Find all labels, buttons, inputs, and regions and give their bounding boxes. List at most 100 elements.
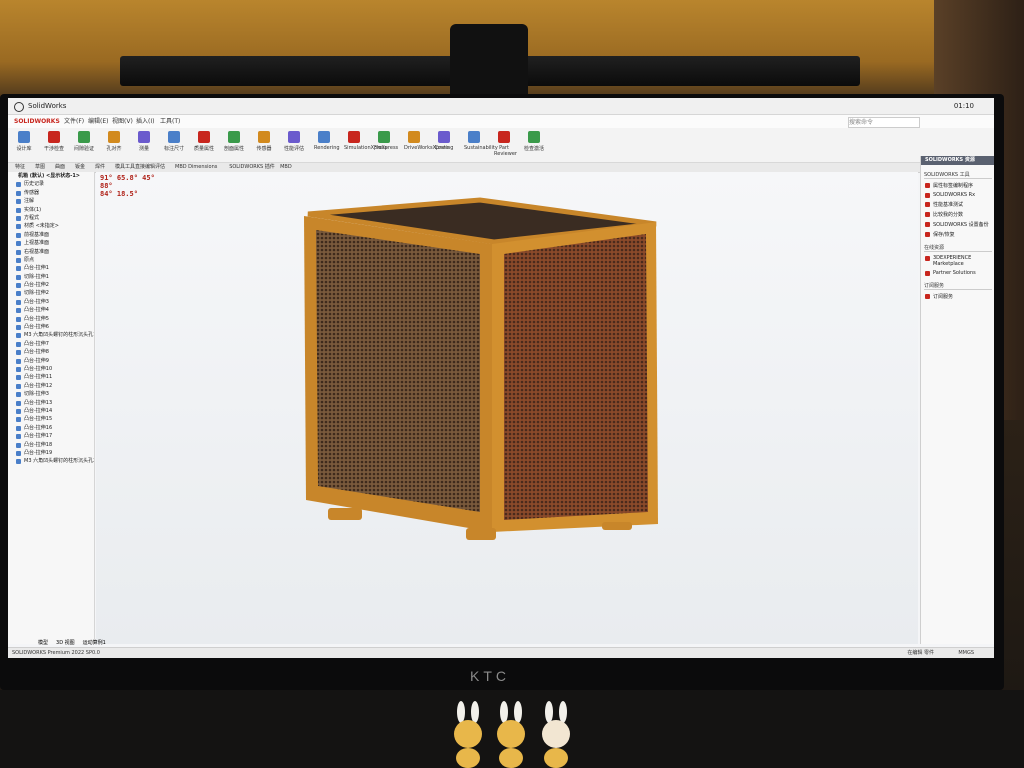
ribbon-button[interactable]: 质量属性 [194, 131, 214, 152]
feature-tree-item[interactable]: 凸台-拉伸3 [8, 298, 94, 306]
feature-tree-item[interactable]: 凸台-拉伸13 [8, 399, 94, 407]
feature-tree-item[interactable]: 历史记录 [8, 180, 94, 188]
command-tab[interactable]: 焊件 [92, 163, 108, 172]
task-pane-link[interactable]: 性能基准测试 [925, 201, 992, 208]
feature-tree-item[interactable]: 凸台-拉伸4 [8, 306, 94, 314]
ribbon-button[interactable]: Costing [434, 131, 454, 151]
units-selector[interactable]: MMGS [958, 648, 974, 658]
ribbon-button[interactable]: DriveWorksXpress [404, 131, 449, 151]
feature-tree-item[interactable]: 凸台-拉伸18 [8, 441, 94, 449]
feature-icon [16, 358, 21, 364]
ribbon-button[interactable]: FloXpress [374, 131, 398, 151]
feature-tree-item[interactable]: 切除-拉伸1 [8, 273, 94, 281]
feature-icon [16, 232, 21, 238]
command-tab[interactable]: MBD Dimensions [172, 163, 220, 172]
search-input[interactable]: 搜索命令 [848, 117, 920, 128]
ribbon-button[interactable]: 剖面属性 [224, 131, 244, 152]
ribbon-button[interactable]: SimulationXpress [344, 131, 387, 151]
bottom-tab[interactable]: 运动算例1 [83, 640, 106, 646]
command-tab[interactable]: 曲面 [52, 163, 68, 172]
task-pane-link[interactable]: 订阅服务 [925, 293, 992, 300]
feature-tree-item[interactable]: 原点 [8, 256, 94, 264]
ribbon-button[interactable]: 设计库 [14, 131, 34, 152]
ribbon-button[interactable]: 标注尺寸 [164, 131, 184, 152]
feature-tree-item[interactable]: M3 六角凹头螺钉的柱形沉头孔1 [8, 331, 94, 339]
feature-tree-item[interactable]: 凸台-拉伸10 [8, 365, 94, 373]
feature-tree-item[interactable]: 材质 <未指定> [8, 222, 94, 230]
feature-tree-item[interactable]: 凸台-拉伸6 [8, 323, 94, 331]
feature-tree-item[interactable]: 方程式 [8, 214, 94, 222]
command-tab[interactable]: 评估 [152, 163, 168, 172]
ribbon-button[interactable]: 传感器 [254, 131, 274, 152]
graphics-area[interactable]: 91° 65.8° 45° 88° 84° 18.5° [96, 172, 918, 644]
feature-tree-item[interactable]: 凸台-拉伸19 [8, 449, 94, 457]
feature-icon [16, 316, 21, 322]
feature-tree-item[interactable]: 凸台-拉伸8 [8, 348, 94, 356]
task-pane-link[interactable]: 保存/恢复 [925, 231, 992, 238]
menu-edit[interactable]: 编辑(E) [88, 115, 108, 128]
feature-tree-item[interactable]: 凸台-拉伸16 [8, 424, 94, 432]
feature-tree-item[interactable]: 凸台-拉伸9 [8, 357, 94, 365]
menu-bar: SOLIDWORKS 文件(F) 编辑(E) 视图(V) 插入(I) 工具(T)… [8, 115, 994, 128]
ribbon-button[interactable]: 性能评估 [284, 131, 304, 152]
feature-tree-label: 凸台-拉伸12 [24, 382, 53, 389]
task-pane-link[interactable]: 3DEXPERIENCE Marketplace [925, 255, 992, 267]
ribbon-button-label: 干涉检查 [44, 146, 65, 152]
ribbon-button-label: 质量属性 [194, 146, 215, 152]
feature-tree-item[interactable]: 右视基准面 [8, 248, 94, 256]
case-model[interactable] [96, 172, 918, 644]
ribbon-button[interactable]: 检查激活 [524, 131, 544, 152]
tool-icon [48, 131, 60, 143]
feature-tree-label: 凸台-拉伸18 [24, 441, 53, 448]
feature-tree-item[interactable]: 切除-拉伸3 [8, 390, 94, 398]
ribbon-button[interactable]: Part Reviewer [494, 131, 517, 157]
feature-tree-item[interactable]: 凸台-拉伸2 [8, 281, 94, 289]
feature-tree-item[interactable]: 前视基准面 [8, 231, 94, 239]
feature-tree-item[interactable]: 凸台-拉伸15 [8, 415, 94, 423]
task-pane-link[interactable]: 属性标签编制程序 [925, 182, 992, 189]
feature-tree-item[interactable]: 上视基准面 [8, 239, 94, 247]
ribbon-button[interactable]: 孔对齐 [104, 131, 124, 152]
feature-tree-item[interactable]: M3 六角凹头螺钉的柱形沉头孔2 [8, 457, 94, 465]
feature-tree-item[interactable]: 凸台-拉伸12 [8, 382, 94, 390]
ribbon-button[interactable]: Rendering [314, 131, 340, 151]
ribbon-button[interactable]: Sustainability [464, 131, 498, 151]
feature-tree-item[interactable]: 实体(1) [8, 206, 94, 214]
feature-tree-item[interactable]: 传感器 [8, 189, 94, 197]
ribbon-button[interactable]: 干涉检查 [44, 131, 64, 152]
task-pane-section-title: SOLIDWORKS 工具 [924, 171, 992, 179]
menu-file[interactable]: 文件(F) [64, 115, 84, 128]
ribbon-button[interactable]: 测量 [134, 131, 154, 152]
feature-tree-item[interactable]: 凸台-拉伸17 [8, 432, 94, 440]
feature-icon [16, 224, 21, 230]
feature-tree-item[interactable]: 凸台-拉伸1 [8, 264, 94, 272]
task-pane-link[interactable]: SOLIDWORKS 设置备份 [925, 221, 992, 228]
bottom-tab[interactable]: 模型 [38, 640, 48, 646]
command-tab[interactable]: SOLIDWORKS 插件 [226, 163, 278, 172]
feature-tree-item[interactable]: 凸台-拉伸14 [8, 407, 94, 415]
feature-tree-root[interactable]: 机箱 (默认) <显示状态-1> [8, 172, 94, 180]
menu-tools[interactable]: 工具(T) [160, 115, 180, 128]
feature-icon [16, 215, 21, 221]
task-pane-link[interactable]: Partner Solutions [925, 270, 992, 276]
command-tab[interactable]: 草图 [32, 163, 48, 172]
feature-tree-item[interactable]: 凸台-拉伸5 [8, 315, 94, 323]
feature-tree-item[interactable]: 凸台-拉伸7 [8, 340, 94, 348]
feature-tree-item[interactable]: 凸台-拉伸11 [8, 373, 94, 381]
bottom-tab[interactable]: 3D 视图 [56, 640, 75, 646]
command-tab[interactable]: 钣金 [72, 163, 88, 172]
command-tab[interactable]: MBD [277, 163, 295, 172]
feature-icon [16, 375, 21, 381]
menu-insert[interactable]: 插入(I) [136, 115, 154, 128]
bottom-tabs: 模型 3D 视图 运动算例1 [38, 639, 114, 646]
ribbon-button[interactable]: 间隙验证 [74, 131, 94, 152]
task-pane-link[interactable]: 比较我的分数 [925, 211, 992, 218]
feature-tree-label: 凸台-拉伸10 [24, 365, 53, 372]
tool-icon [18, 131, 30, 143]
menu-view[interactable]: 视图(V) [112, 115, 133, 128]
feature-tree-item[interactable]: 注解 [8, 197, 94, 205]
feature-tree-item[interactable]: 切除-拉伸2 [8, 289, 94, 297]
task-pane-link[interactable]: SOLIDWORKS Rx [925, 192, 992, 198]
feature-tree-label: M3 六角凹头螺钉的柱形沉头孔1 [24, 332, 94, 339]
command-tab[interactable]: 特征 [12, 163, 28, 172]
